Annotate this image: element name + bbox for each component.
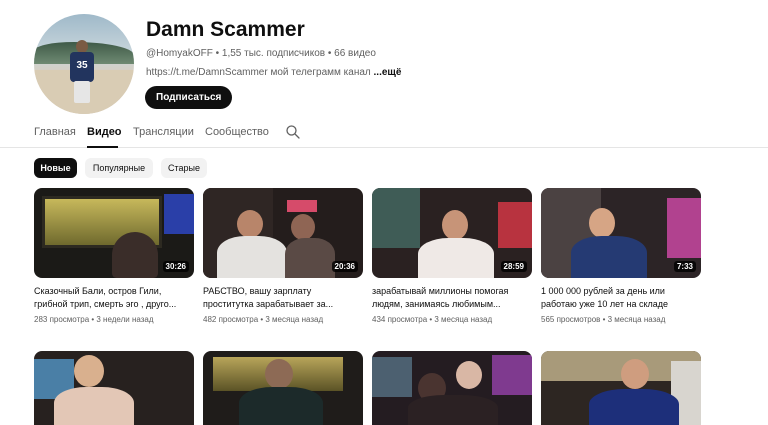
person-head-shape [442, 210, 468, 240]
blue-light-shape [164, 194, 194, 234]
person-body-shape [285, 238, 335, 278]
person-body-shape [571, 236, 647, 278]
person-head-shape [291, 214, 315, 240]
video-thumbnail[interactable] [541, 351, 701, 425]
video-duration: 20:36 [331, 261, 358, 272]
aquarium-shape [372, 357, 412, 397]
chip-popular[interactable]: Популярные [85, 158, 153, 178]
video-thumbnail[interactable] [372, 351, 532, 425]
person-head-shape [621, 359, 649, 389]
chip-newest[interactable]: Новые [34, 158, 77, 178]
video-stats: 482 просмотра • 3 месяца назад [203, 315, 324, 324]
person-shape [112, 232, 158, 278]
person-body-shape [589, 389, 679, 425]
person-head-shape [265, 359, 293, 389]
video-title[interactable]: 1 000 000 рублей за день или работаю уже… [541, 285, 701, 311]
chip-oldest[interactable]: Старые [161, 158, 207, 178]
video-thumbnail[interactable]: 7:33 [541, 188, 701, 278]
description-more-link[interactable]: ...ещё [374, 67, 402, 78]
channel-header: 35 Damn Scammer @HomyakOFF • 1,55 тыс. п… [34, 14, 734, 114]
video-stats: 434 просмотра • 3 месяца назад [372, 315, 493, 324]
video-duration: 7:33 [673, 261, 696, 272]
video-thumbnail[interactable]: 28:59 [372, 188, 532, 278]
video-thumbnail[interactable]: 30:26 [34, 188, 194, 278]
channel-description[interactable]: https://t.me/DamnScammer мой телеграмм к… [146, 67, 401, 78]
person-head-shape [74, 355, 104, 387]
channel-meta: @HomyakOFF • 1,55 тыс. подписчиков • 66 … [146, 48, 376, 59]
video-title[interactable]: РАБСТВО, вашу зарплату проститутка зараб… [203, 285, 363, 311]
tab-live[interactable]: Трансляции [133, 126, 194, 138]
person-head-shape [456, 361, 482, 389]
video-stats: 283 просмотра • 3 недели назад [34, 315, 154, 324]
search-icon[interactable] [285, 124, 301, 140]
avatar-person-legs [74, 81, 90, 103]
tab-community[interactable]: Сообщество [205, 126, 269, 138]
purple-light-shape [667, 198, 701, 258]
active-tab-underline [87, 146, 118, 148]
person-body-shape [217, 236, 287, 278]
pink-light-shape [287, 200, 317, 212]
person-body-shape [239, 387, 323, 425]
tab-home[interactable]: Главная [34, 126, 76, 138]
person-body-shape [408, 395, 498, 425]
channel-avatar[interactable]: 35 [34, 14, 134, 114]
person-head-shape [589, 208, 615, 238]
video-stats: 565 просмотров • 3 месяца назад [541, 315, 666, 324]
video-title[interactable]: зарабатывай миллионы помогая людям, зани… [372, 285, 532, 311]
channel-name: Damn Scammer [146, 18, 305, 41]
tab-videos[interactable]: Видео [87, 126, 122, 138]
video-thumbnail[interactable] [203, 351, 363, 425]
person-head-shape [237, 210, 263, 238]
video-duration: 28:59 [500, 261, 527, 272]
channel-tabs: Главная Видео Трансляции Сообщество [0, 118, 768, 148]
video-thumbnail[interactable] [34, 351, 194, 425]
video-title[interactable]: Сказочный Бали, остров Гили, грибной три… [34, 285, 194, 311]
avatar-jersey-number: 35 [76, 60, 88, 71]
purple-light-shape [492, 355, 532, 395]
person-body-shape [418, 238, 494, 278]
aquarium-shape [372, 188, 420, 248]
subscribe-button[interactable]: Подписаться [145, 86, 233, 109]
red-light-shape [498, 202, 532, 248]
person-body-shape [54, 387, 134, 425]
video-thumbnail[interactable]: 20:36 [203, 188, 363, 278]
video-duration: 30:26 [162, 261, 189, 272]
channel-description-text: https://t.me/DamnScammer мой телеграмм к… [146, 67, 374, 78]
